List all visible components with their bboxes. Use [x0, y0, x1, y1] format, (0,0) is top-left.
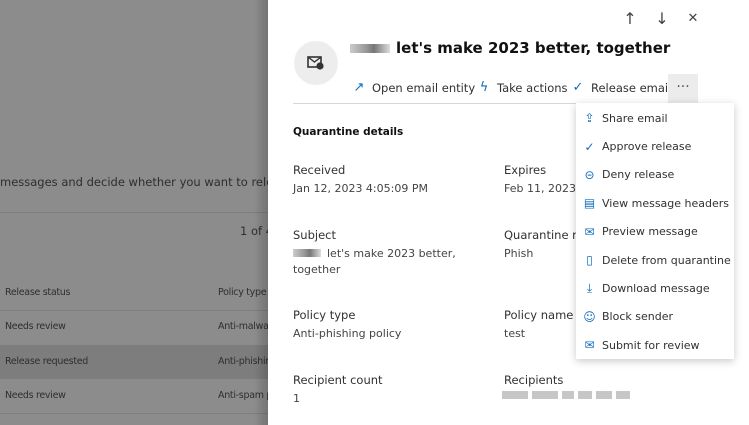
expires-value: Feb 11, 2023 4 [504, 182, 587, 195]
menu-item-block-sender[interactable]: ☺ Block sender [576, 303, 734, 331]
background-page-overlay: messages and decide whether you want to … [0, 0, 268, 425]
recipients-label: Recipients [504, 373, 564, 387]
open-email-entity-label: Open email entity [372, 80, 476, 95]
table-row[interactable]: Needs review Anti-malwar [0, 310, 268, 344]
menu-item-preview-message[interactable]: ✉ Preview message [576, 218, 734, 246]
check-icon: ✓ [584, 139, 595, 154]
policy-type-label: Policy type [293, 308, 356, 322]
preview-icon: ✉ [584, 224, 595, 239]
menu-item-submit-for-review[interactable]: ✉ Submit for review [576, 331, 734, 359]
menu-item-download-message[interactable]: ⤓ Download message [576, 274, 734, 302]
next-item-button[interactable]: ↓ [651, 8, 673, 30]
share-icon: ⇪ [584, 111, 595, 126]
cell-release-status: Needs review [5, 321, 66, 332]
quarantine-reason-value: Phish [504, 247, 534, 260]
email-shield-icon [307, 56, 324, 70]
more-actions-button[interactable]: ··· [668, 74, 698, 103]
intro-text: messages and decide whether you want to … [0, 175, 268, 189]
open-email-entity-button[interactable]: ↗ Open email entity [352, 80, 476, 95]
divider [293, 103, 576, 104]
divider [0, 413, 268, 414]
divider [0, 212, 268, 213]
menu-item-view-message-headers[interactable]: ▤ View message headers [576, 189, 734, 217]
policy-name-value: test [504, 327, 526, 340]
menu-item-deny-release[interactable]: ⊝ Deny release [576, 161, 734, 189]
deny-icon: ⊝ [584, 167, 595, 182]
menu-item-label: Share email [602, 111, 668, 125]
close-button[interactable]: ✕ [682, 8, 704, 30]
take-actions-label: Take actions [497, 80, 568, 95]
subject-line-1: let's make 2023 better, [327, 247, 456, 260]
headers-icon: ▤ [583, 196, 596, 211]
take-actions-button[interactable]: ϟ Take actions [477, 80, 568, 95]
redacted-text [293, 249, 321, 257]
menu-item-approve-release[interactable]: ✓ Approve release [576, 132, 734, 160]
menu-item-label: Submit for review [602, 338, 700, 352]
received-label: Received [293, 163, 346, 177]
previous-item-button[interactable]: ↑ [619, 8, 641, 30]
recipient-count-label: Recipient count [293, 373, 383, 387]
menu-item-share-email[interactable]: ⇪ Share email [576, 104, 734, 132]
menu-item-label: Approve release [602, 140, 692, 154]
table-row[interactable]: Needs review Anti-spam p [0, 379, 268, 413]
table-header: Release status Policy type [0, 276, 268, 310]
menu-item-label: Preview message [602, 225, 698, 239]
cell-release-status: Release requested [5, 356, 89, 367]
recipient-count-value: 1 [293, 392, 300, 405]
download-icon: ⤓ [586, 281, 593, 296]
menu-item-label: Block sender [602, 310, 673, 324]
cell-release-status: Needs review [5, 390, 66, 401]
expires-label: Expires [504, 163, 547, 177]
column-header-release-status: Release status [5, 287, 71, 298]
email-title: let's make 2023 better, together [350, 39, 670, 57]
release-email-label: Release email [591, 80, 672, 95]
check-icon: ✓ [572, 80, 584, 95]
subject-label: Subject [293, 228, 336, 242]
policy-type-value: Anti-phishing policy [293, 327, 402, 340]
more-actions-menu: ⇪ Share email ✓ Approve release ⊝ Deny rele… [576, 103, 734, 359]
subject-line-2: together [293, 263, 341, 276]
release-email-button[interactable]: ✓ Release email [571, 80, 672, 95]
email-subject-title: let's make 2023 better, together [396, 39, 671, 57]
lightning-icon: ϟ [479, 80, 489, 95]
policy-name-label: Policy name [504, 308, 574, 322]
received-value: Jan 12, 2023 4:05:09 PM [293, 182, 428, 195]
menu-item-label: Download message [602, 282, 710, 296]
menu-item-delete-from-quarantine[interactable]: ▯ Delete from quarantine [576, 246, 734, 274]
trash-icon: ▯ [586, 253, 593, 268]
section-title: Quarantine details [293, 126, 404, 138]
email-avatar [294, 41, 338, 85]
menu-item-label: Deny release [602, 168, 675, 182]
panel-shadow [254, 0, 268, 425]
block-user-icon: ☺ [583, 309, 596, 324]
redacted-sender [350, 43, 390, 53]
open-entity-icon: ↗ [353, 80, 365, 95]
table-row-selected[interactable]: Release requested Anti-phishing [0, 345, 268, 379]
subject-value: let's make 2023 better, together [293, 246, 456, 278]
redacted-recipients [502, 391, 630, 399]
menu-item-label: Delete from quarantine [602, 253, 731, 267]
submit-icon: ✉ [584, 338, 595, 353]
menu-item-label: View message headers [602, 196, 730, 210]
